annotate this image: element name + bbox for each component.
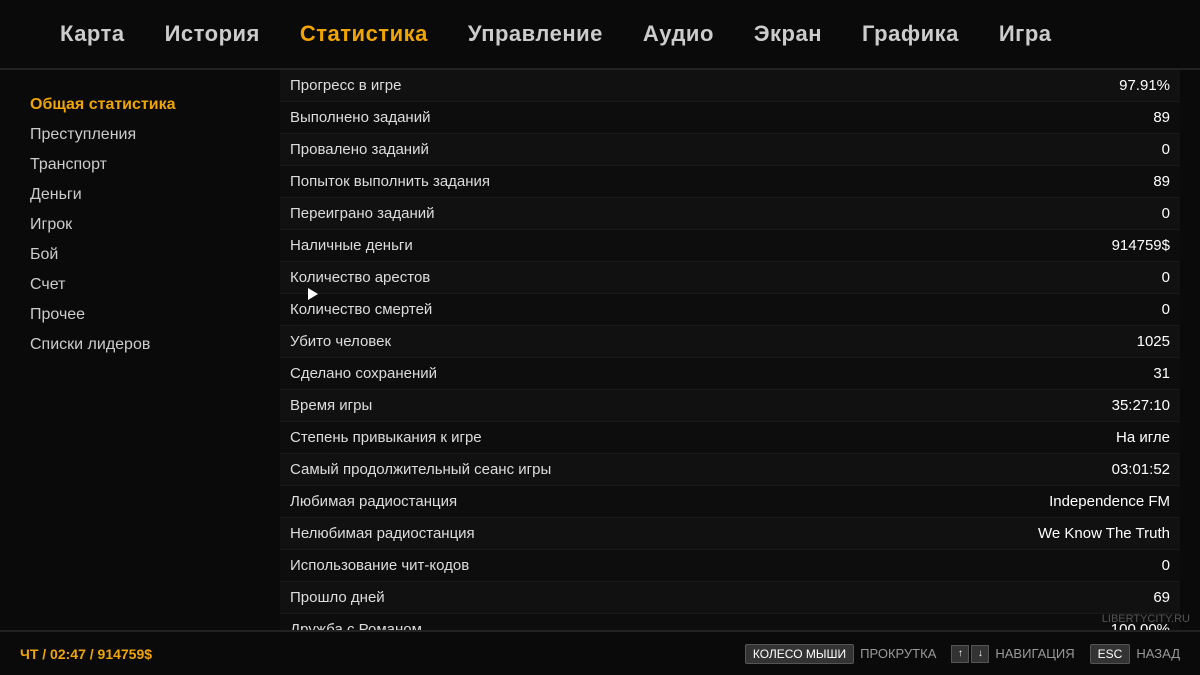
table-row: Попыток выполнить задания 89: [280, 166, 1180, 198]
sidebar-item-leaderboards[interactable]: Списки лидеров: [30, 330, 240, 360]
stat-value: 69: [1020, 589, 1170, 606]
stat-label: Любимая радиостанция: [290, 493, 457, 510]
stat-label: Использование чит-кодов: [290, 557, 469, 574]
scroll-label: ПРОКРУТКА: [860, 646, 936, 661]
stat-value: We Know The Truth: [1020, 525, 1170, 542]
stat-label: Самый продолжительный сеанс игры: [290, 461, 551, 478]
nav-hint: ↑ ↓ НАВИГАЦИЯ: [951, 645, 1074, 663]
stat-value: 914759$: [1020, 237, 1170, 254]
table-row: Сделано сохранений 31: [280, 358, 1180, 390]
stat-label: Сделано сохранений: [290, 365, 437, 382]
table-row: Время игры 35:27:10: [280, 390, 1180, 422]
table-row: Выполнено заданий 89: [280, 102, 1180, 134]
stats-table: Прогресс в игре 97.91% Выполнено заданий 89…: [270, 70, 1200, 630]
stat-label: Попыток выполнить задания: [290, 173, 490, 190]
back-label: НАЗАД: [1136, 646, 1180, 661]
nav-item-controls[interactable]: Управление: [468, 21, 603, 47]
sidebar-item-misc[interactable]: Прочее: [30, 300, 240, 330]
sidebar-item-money[interactable]: Деньги: [30, 180, 240, 210]
stat-label: Переиграно заданий: [290, 205, 435, 222]
table-row: Использование чит-кодов 0: [280, 550, 1180, 582]
mouse-wheel-key: КОЛЕСО МЫШИ: [745, 644, 854, 664]
stat-value: 31: [1020, 365, 1170, 382]
sidebar-item-general[interactable]: Общая статистика: [30, 90, 240, 120]
status-text: ЧТ / 02:47 / 914759$: [20, 646, 152, 662]
stat-value: Independence FM: [1020, 493, 1170, 510]
table-row: Нелюбимая радиостанция We Know The Truth: [280, 518, 1180, 550]
cursor-pointer: [308, 288, 318, 300]
scroll-hint: КОЛЕСО МЫШИ ПРОКРУТКА: [745, 644, 937, 664]
stat-label: Прошло дней: [290, 589, 385, 606]
stat-label: Время игры: [290, 397, 372, 414]
stat-label: Нелюбимая радиостанция: [290, 525, 475, 542]
main-content: Общая статистика Преступления Транспорт …: [0, 70, 1200, 630]
stat-value: 89: [1020, 173, 1170, 190]
stat-label: Прогресс в игре: [290, 77, 401, 94]
table-row: Количество арестов 0: [280, 262, 1180, 294]
table-row: Количество смертей 0: [280, 294, 1180, 326]
down-arrow-icon: ↓: [971, 645, 989, 663]
stat-value: 1025: [1020, 333, 1170, 350]
watermark: LIBERTYCITY.RU: [1102, 613, 1190, 625]
stat-label: Выполнено заданий: [290, 109, 430, 126]
nav-label: НАВИГАЦИЯ: [995, 646, 1074, 661]
stat-value: На игле: [1020, 429, 1170, 446]
stat-value: 0: [1020, 141, 1170, 158]
stat-label: Степень привыкания к игре: [290, 429, 482, 446]
table-row: Любимая радиостанция Independence FM: [280, 486, 1180, 518]
table-row: Прогресс в игре 97.91%: [280, 70, 1180, 102]
up-arrow-icon: ↑: [951, 645, 969, 663]
stat-value: 35:27:10: [1020, 397, 1170, 414]
esc-key: ESC: [1090, 644, 1131, 664]
stat-value: 0: [1020, 557, 1170, 574]
stat-label: Дружба с Романом: [290, 621, 422, 630]
nav-arrow-icons: ↑ ↓: [951, 645, 989, 663]
sidebar-item-transport[interactable]: Транспорт: [30, 150, 240, 180]
bottom-hints: КОЛЕСО МЫШИ ПРОКРУТКА ↑ ↓ НАВИГАЦИЯ ESC …: [745, 644, 1180, 664]
nav-item-statistics[interactable]: Статистика: [300, 21, 428, 47]
table-row: Степень привыкания к игре На игле: [280, 422, 1180, 454]
stat-label: Провалено заданий: [290, 141, 429, 158]
nav-item-audio[interactable]: Аудио: [643, 21, 714, 47]
stat-value: 0: [1020, 205, 1170, 222]
stat-value: 03:01:52: [1020, 461, 1170, 478]
stat-label: Убито человек: [290, 333, 391, 350]
stat-value: 0: [1020, 269, 1170, 286]
stat-value: 89: [1020, 109, 1170, 126]
table-row: Убито человек 1025: [280, 326, 1180, 358]
table-row: Провалено заданий 0: [280, 134, 1180, 166]
table-row: Самый продолжительный сеанс игры 03:01:52: [280, 454, 1180, 486]
sidebar-item-score[interactable]: Счет: [30, 270, 240, 300]
sidebar-item-crimes[interactable]: Преступления: [30, 120, 240, 150]
stat-label: Наличные деньги: [290, 237, 413, 254]
stat-value: 97.91%: [1020, 77, 1170, 94]
bottom-bar: ЧТ / 02:47 / 914759$ КОЛЕСО МЫШИ ПРОКРУТ…: [0, 630, 1200, 675]
top-navigation: Карта История Статистика Управление Ауди…: [0, 0, 1200, 70]
sidebar-item-combat[interactable]: Бой: [30, 240, 240, 270]
table-row: Дружба с Романом100.00%: [280, 614, 1180, 630]
table-row: Переиграно заданий 0: [280, 198, 1180, 230]
stat-label: Количество арестов: [290, 269, 430, 286]
sidebar-item-player[interactable]: Игрок: [30, 210, 240, 240]
table-row: Прошло дней 69: [280, 582, 1180, 614]
sidebar: Общая статистика Преступления Транспорт …: [0, 70, 270, 630]
table-row: Наличные деньги 914759$: [280, 230, 1180, 262]
nav-item-screen[interactable]: Экран: [754, 21, 822, 47]
nav-item-map[interactable]: Карта: [60, 21, 125, 47]
stat-label: Количество смертей: [290, 301, 432, 318]
nav-item-graphics[interactable]: Графика: [862, 21, 959, 47]
nav-item-history[interactable]: История: [165, 21, 260, 47]
back-hint: ESC НАЗАД: [1090, 644, 1180, 664]
stat-value: 0: [1020, 301, 1170, 318]
nav-item-game[interactable]: Игра: [999, 21, 1052, 47]
